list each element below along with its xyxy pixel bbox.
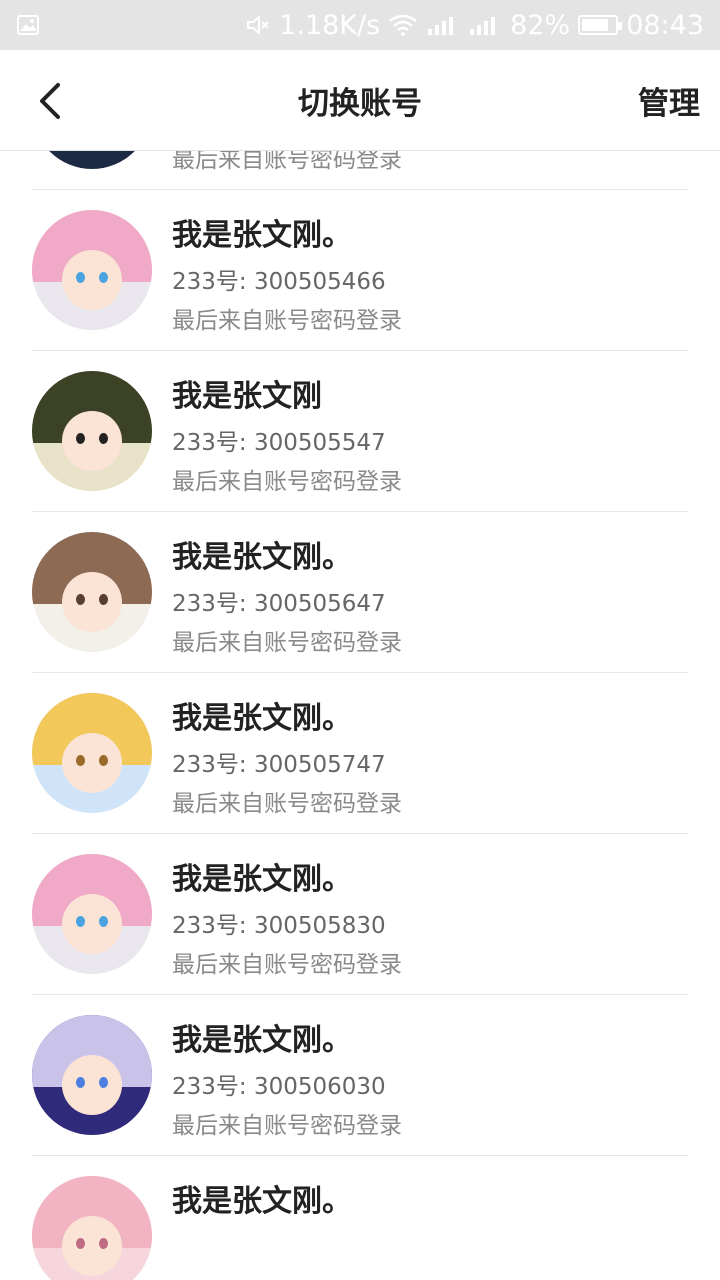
account-row[interactable]: 我是张文刚。 233号: 300505747 最后来自账号密码登录 <box>32 673 688 834</box>
signal-icon <box>470 17 496 35</box>
account-list-inner: 我是张文刚。233号: 300505386最后来自账号密码登录我是张文刚。 233… <box>0 151 720 1280</box>
last-login-method: 最后来自账号密码登录 <box>172 630 402 656</box>
avatar-face <box>62 572 122 632</box>
avatar <box>32 693 152 813</box>
signal-icon <box>428 17 454 35</box>
avatar-face <box>62 250 122 310</box>
account-name: 我是张文刚。 <box>172 701 352 736</box>
account-name: 我是张文刚。 <box>172 862 352 897</box>
avatar-face <box>62 411 122 471</box>
avatar <box>32 151 152 169</box>
account-row[interactable]: 我是张文刚。233号: 300505386最后来自账号密码登录 <box>32 151 688 190</box>
avatar-eye <box>76 1238 85 1249</box>
manage-button[interactable]: 管理 <box>638 78 700 123</box>
mute-icon <box>247 14 269 36</box>
avatar-eye <box>76 916 85 927</box>
avatar-eye <box>99 755 108 766</box>
account-list[interactable]: 我是张文刚。233号: 300505386最后来自账号密码登录我是张文刚。 233… <box>0 151 720 1280</box>
account-row[interactable]: 我是张文刚。 <box>32 1156 688 1280</box>
account-id: 233号: 300505647 <box>172 591 386 617</box>
status-bar: 1.18K/s 82% 08:43 <box>0 0 720 50</box>
avatar <box>32 1176 152 1280</box>
avatar-eye <box>99 272 108 283</box>
account-id: 233号: 300506030 <box>172 1074 386 1100</box>
account-id: 233号: 300505747 <box>172 752 386 778</box>
avatar-eye <box>76 594 85 605</box>
avatar-face <box>62 733 122 793</box>
account-id: 233号: 300505547 <box>172 430 386 456</box>
avatar-face <box>62 894 122 954</box>
account-id: 233号: 300505466 <box>172 269 386 295</box>
account-name: 我是张文刚。 <box>172 1184 352 1219</box>
wifi-icon <box>389 14 417 36</box>
avatar <box>32 1015 152 1135</box>
image-icon <box>17 15 39 35</box>
last-login-method: 最后来自账号密码登录 <box>172 151 402 173</box>
network-speed: 1.18K/s <box>279 9 381 41</box>
last-login-method: 最后来自账号密码登录 <box>172 469 402 495</box>
account-id: 233号: 300505830 <box>172 913 386 939</box>
account-name: 我是张文刚。 <box>172 1023 352 1058</box>
top-bar: 切换账号 管理 <box>0 50 720 151</box>
account-name: 我是张文刚 <box>172 379 322 414</box>
battery-icon <box>578 15 623 35</box>
avatar-eye <box>99 1077 108 1088</box>
avatar-face <box>62 1216 122 1276</box>
last-login-method: 最后来自账号密码登录 <box>172 1113 402 1139</box>
avatar-eye <box>99 1238 108 1249</box>
avatar-eye <box>99 916 108 927</box>
avatar-eye <box>99 433 108 444</box>
account-row[interactable]: 我是张文刚。 233号: 300505466 最后来自账号密码登录 <box>32 190 688 351</box>
avatar <box>32 532 152 652</box>
account-row[interactable]: 我是张文刚。 233号: 300505830 最后来自账号密码登录 <box>32 834 688 995</box>
clock: 08:43 <box>626 9 704 41</box>
account-name: 我是张文刚。 <box>172 540 352 575</box>
last-login-method: 最后来自账号密码登录 <box>172 952 402 978</box>
last-login-method: 最后来自账号密码登录 <box>172 791 402 817</box>
account-row[interactable]: 我是张文刚。 233号: 300505647 最后来自账号密码登录 <box>32 512 688 673</box>
battery-percent: 82% <box>510 9 571 41</box>
account-row[interactable]: 我是张文刚。 233号: 300506030 最后来自账号密码登录 <box>32 995 688 1156</box>
last-login-method: 最后来自账号密码登录 <box>172 308 402 334</box>
account-name: 我是张文刚。 <box>172 218 352 253</box>
avatar <box>32 371 152 491</box>
avatar <box>32 854 152 974</box>
avatar-eye <box>99 594 108 605</box>
avatar-eye <box>76 1077 85 1088</box>
avatar <box>32 210 152 330</box>
avatar-eye <box>76 755 85 766</box>
avatar-eye <box>76 433 85 444</box>
avatar-eye <box>76 272 85 283</box>
account-row[interactable]: 我是张文刚 233号: 300505547 最后来自账号密码登录 <box>32 351 688 512</box>
avatar-face <box>62 1055 122 1115</box>
page-title: 切换账号 <box>298 85 422 122</box>
